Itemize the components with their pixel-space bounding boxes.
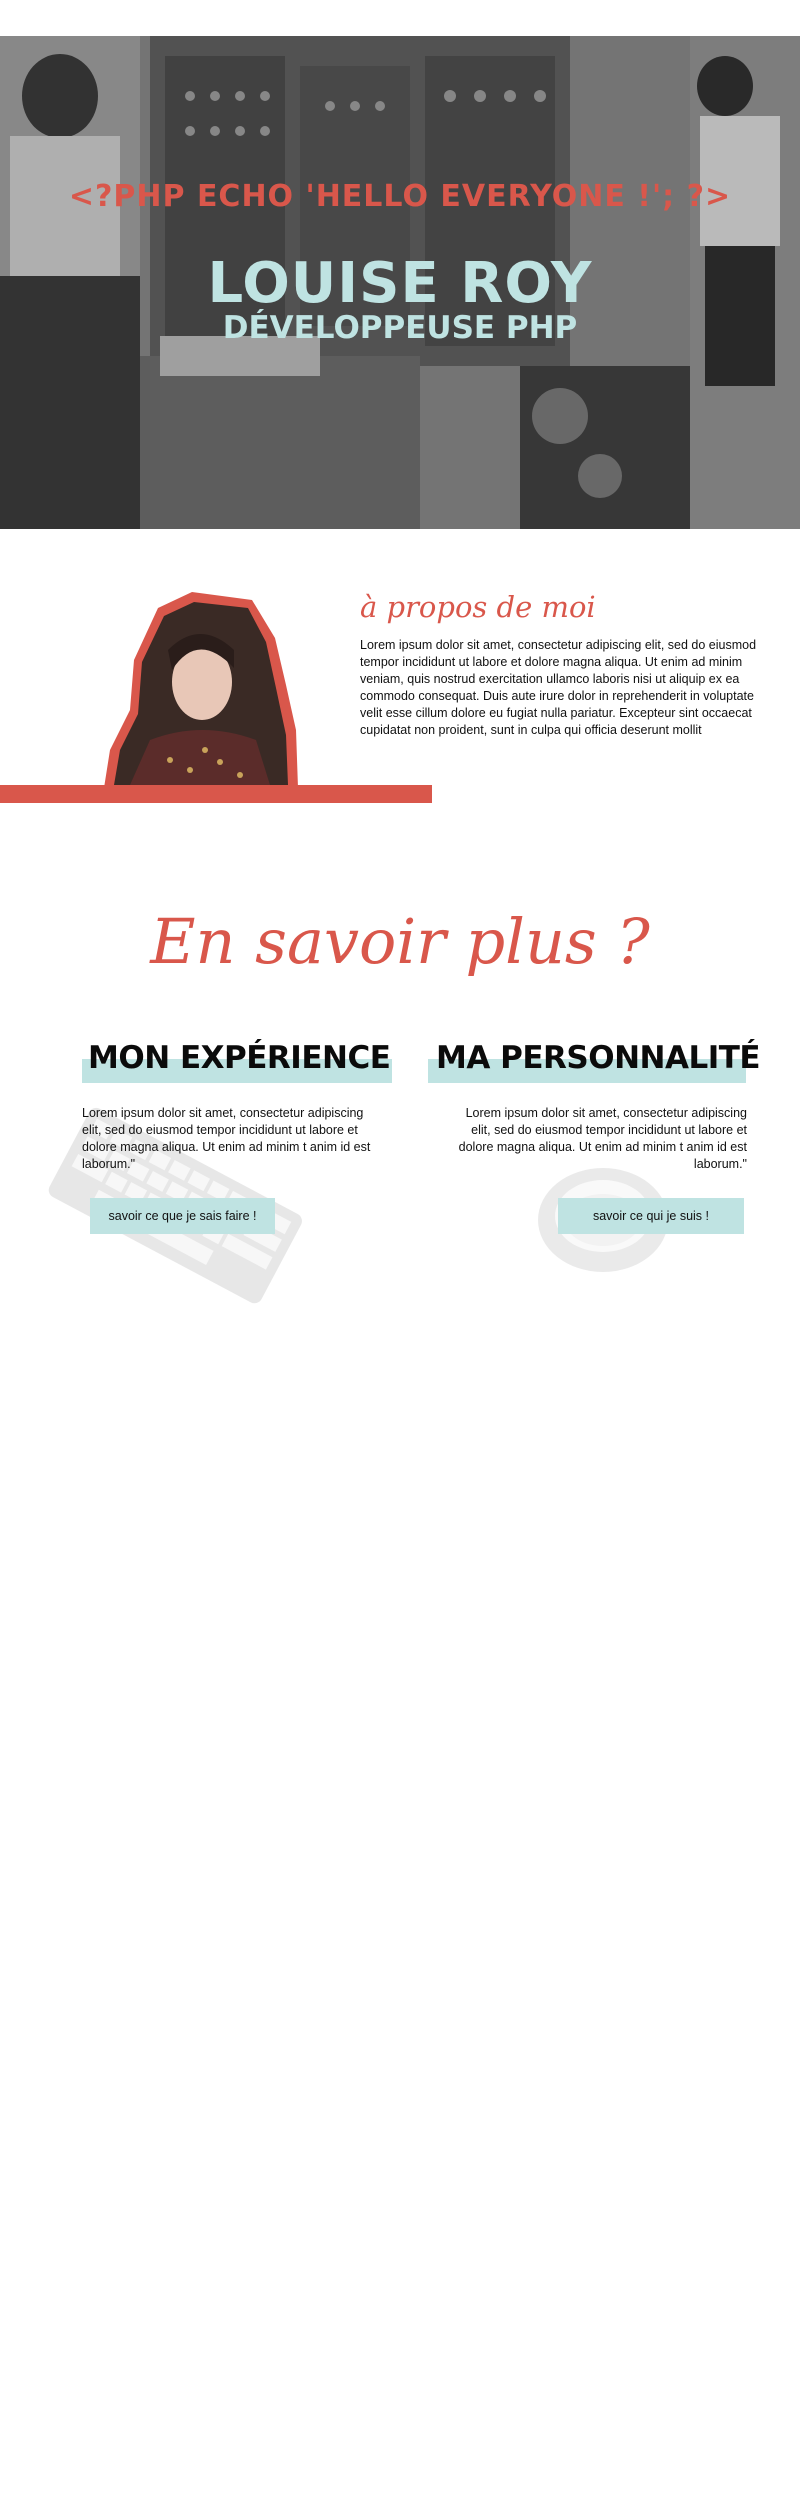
- profile-photo: [104, 592, 298, 788]
- experience-text: Lorem ipsum dolor sit amet, consectetur …: [82, 1106, 371, 1171]
- about-title: à propos de moi: [360, 590, 596, 624]
- experience-button[interactable]: savoir ce que je sais faire !: [90, 1198, 275, 1234]
- personality-button[interactable]: savoir ce qui je suis !: [558, 1198, 744, 1234]
- personality-text: Lorem ipsum dolor sit amet, consectetur …: [458, 1106, 747, 1171]
- hero-name: LOUISE ROY: [207, 251, 593, 316]
- personality-heading-block: MA PERSONNALITÉ: [428, 1040, 761, 1090]
- about-text: Lorem ipsum dolor sit amet, consectetur …: [360, 638, 757, 737]
- about-accent-bar: [0, 785, 432, 803]
- more-section-title: En savoir plus ?: [150, 905, 650, 978]
- experience-heading: MON EXPÉRIENCE: [88, 1040, 391, 1076]
- hero-role: DÉVELOPPEUSE PHP: [222, 310, 578, 346]
- hero-code-line: <?PHP ECHO 'HELLO EVERYONE !'; ?>: [68, 179, 732, 214]
- hero-banner: <?PHP ECHO 'HELLO EVERYONE !'; ?> LOUISE…: [0, 36, 800, 529]
- experience-heading-block: MON EXPÉRIENCE: [82, 1040, 392, 1090]
- personality-heading: MA PERSONNALITÉ: [436, 1040, 761, 1076]
